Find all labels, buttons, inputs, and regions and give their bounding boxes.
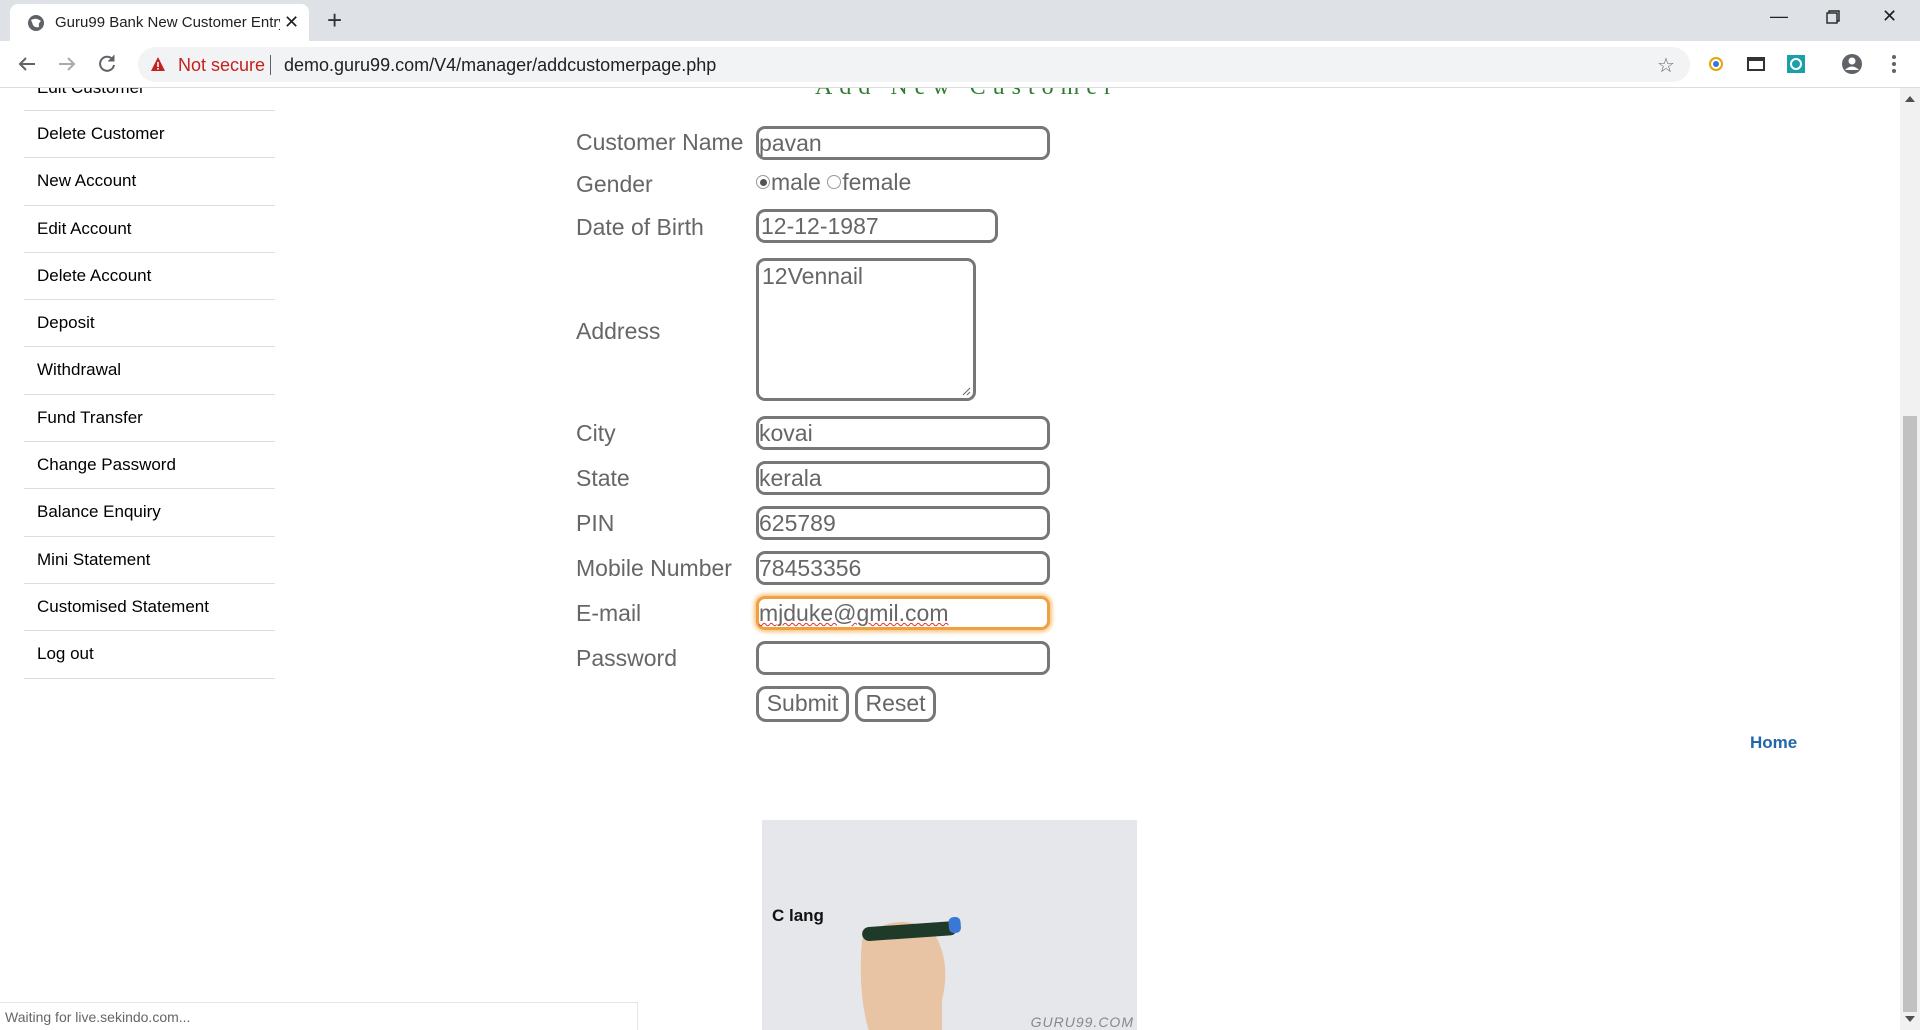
pin-label: PIN bbox=[576, 510, 615, 536]
new-tab-icon[interactable]: + bbox=[327, 7, 342, 33]
sidebar-item-fund-transfer[interactable]: Fund Transfer bbox=[24, 395, 275, 443]
sidebar-item-delete-account[interactable]: Delete Account bbox=[24, 253, 275, 301]
email-label: E-mail bbox=[576, 600, 642, 626]
state-input[interactable]: kerala bbox=[756, 461, 1050, 495]
hand-with-marker-image bbox=[860, 916, 961, 1030]
email-value: mjduke@gmil.com bbox=[759, 600, 949, 626]
sidebar-item-delete-customer[interactable]: Delete Customer bbox=[24, 111, 275, 159]
status-bar: Waiting for live.sekindo.com... bbox=[0, 1002, 638, 1030]
email-input[interactable]: mjduke@gmil.com bbox=[756, 596, 1050, 630]
reset-button[interactable]: Reset bbox=[855, 686, 936, 722]
minimize-icon[interactable]: — bbox=[1770, 6, 1788, 27]
sidebar-item-deposit[interactable]: Deposit bbox=[24, 300, 275, 348]
tab-title: Guru99 Bank New Customer Entry Page bbox=[55, 14, 280, 31]
sidebar-item-mini-statement[interactable]: Mini Statement bbox=[24, 537, 275, 584]
mobile-input[interactable]: 78453356 bbox=[756, 551, 1050, 585]
globe-icon bbox=[28, 15, 44, 31]
state-label: State bbox=[576, 465, 630, 491]
sidebar-item-log-out[interactable]: Log out bbox=[24, 631, 275, 679]
menu-kebab-icon[interactable] bbox=[1883, 53, 1905, 75]
warning-icon bbox=[151, 57, 165, 71]
scroll-up-arrow-icon[interactable] bbox=[1905, 96, 1915, 102]
dob-label: Date of Birth bbox=[576, 214, 704, 240]
customer-name-input[interactable]: pavan bbox=[756, 126, 1050, 160]
password-input[interactable] bbox=[756, 641, 1050, 675]
address-label: Address bbox=[576, 318, 661, 344]
gender-radio-group: male female bbox=[756, 169, 911, 196]
browser-toolbar: Not secure demo.guru99.com/V4/manager/ad… bbox=[0, 41, 1920, 88]
sidebar-item-edit-account[interactable]: Edit Account bbox=[24, 206, 275, 253]
address-bar[interactable]: Not secure demo.guru99.com/V4/manager/ad… bbox=[138, 47, 1690, 82]
profile-avatar-icon[interactable] bbox=[1841, 53, 1863, 75]
ad-brand-watermark: GURU99.COM bbox=[1030, 1014, 1134, 1030]
gender-female-label: female bbox=[842, 169, 912, 195]
not-secure-label[interactable]: Not secure bbox=[178, 55, 265, 76]
pin-input[interactable]: 625789 bbox=[756, 506, 1050, 540]
page-scrollbar[interactable] bbox=[1900, 88, 1920, 1030]
address-textarea[interactable]: 12Vennail bbox=[756, 258, 976, 401]
address-value: 12Vennail bbox=[762, 263, 864, 289]
page-heading: Add New Customer bbox=[815, 88, 1119, 101]
dob-input[interactable]: 12-12-1987 bbox=[756, 209, 998, 243]
city-input[interactable]: kovai bbox=[756, 416, 1050, 450]
restore-icon[interactable] bbox=[1826, 8, 1840, 29]
sidebar-item-edit-customer[interactable]: Edit Customer bbox=[24, 88, 275, 111]
sidebar-item-balance-enquiry[interactable]: Balance Enquiry bbox=[24, 489, 275, 537]
gender-male-label: male bbox=[771, 169, 821, 195]
back-icon[interactable] bbox=[15, 52, 39, 76]
ad-handwriting-text: C lang bbox=[772, 906, 824, 925]
omnibox-separator bbox=[270, 55, 271, 75]
video-ad[interactable]: C lang GURU99.COM bbox=[762, 820, 1137, 1030]
customer-name-label: Customer Name bbox=[576, 129, 744, 155]
extension-icon[interactable] bbox=[1705, 53, 1727, 75]
mobile-label: Mobile Number bbox=[576, 555, 732, 581]
bookmark-star-icon[interactable]: ☆ bbox=[1657, 53, 1675, 78]
sidebar-item-customised-statement[interactable]: Customised Statement bbox=[24, 584, 275, 632]
scroll-thumb[interactable] bbox=[1903, 416, 1917, 1012]
sidebar-item-change-password[interactable]: Change Password bbox=[24, 442, 275, 490]
screen-capture-icon[interactable] bbox=[1745, 53, 1767, 75]
browser-tab[interactable]: Guru99 Bank New Customer Entry Page ✕ bbox=[10, 4, 309, 41]
sidebar-item-withdrawal[interactable]: Withdrawal bbox=[24, 347, 275, 395]
gender-female-radio[interactable] bbox=[827, 174, 842, 189]
gender-male-radio[interactable] bbox=[756, 174, 770, 189]
teal-extension-icon[interactable] bbox=[1785, 53, 1807, 75]
scroll-down-arrow-icon[interactable] bbox=[1905, 1016, 1915, 1022]
home-link[interactable]: Home bbox=[1750, 733, 1797, 753]
reload-icon[interactable] bbox=[95, 52, 119, 76]
sidebar-item-new-account[interactable]: New Account bbox=[24, 158, 275, 206]
close-window-icon[interactable]: ✕ bbox=[1882, 6, 1897, 27]
submit-button[interactable]: Submit bbox=[756, 686, 849, 722]
tab-strip: Guru99 Bank New Customer Entry Page ✕ + … bbox=[0, 0, 1920, 41]
close-tab-icon[interactable]: ✕ bbox=[284, 13, 299, 31]
password-label: Password bbox=[576, 645, 677, 671]
city-label: City bbox=[576, 420, 616, 446]
forward-icon[interactable] bbox=[55, 52, 79, 76]
url-text[interactable]: demo.guru99.com/V4/manager/addcustomerpa… bbox=[284, 55, 716, 76]
page-content: Edit Customer Delete Customer New Accoun… bbox=[0, 88, 1900, 1030]
resize-handle-icon[interactable] bbox=[961, 386, 971, 396]
manager-sidebar: Edit Customer Delete Customer New Accoun… bbox=[24, 88, 275, 679]
gender-label: Gender bbox=[576, 171, 653, 197]
